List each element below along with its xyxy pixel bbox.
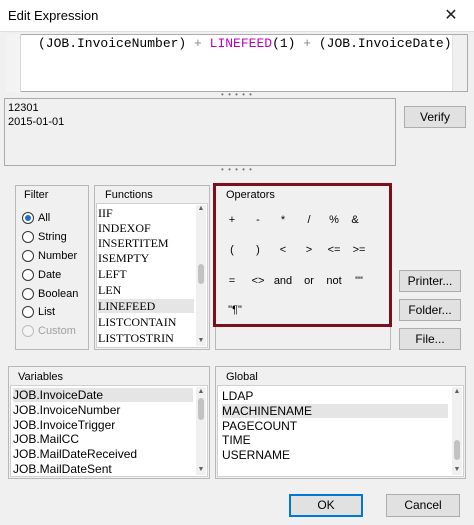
result-box bbox=[4, 98, 396, 166]
token-operator: + bbox=[295, 36, 319, 51]
editor-gutter bbox=[6, 34, 21, 92]
folder-button[interactable]: Folder... bbox=[399, 299, 461, 321]
radio-boolean[interactable] bbox=[22, 288, 34, 300]
printer-button[interactable]: Printer... bbox=[399, 270, 461, 292]
scroll-up-icon[interactable]: ▲ bbox=[196, 388, 206, 395]
variable-item-selected[interactable]: JOB.InvoiceDate bbox=[13, 388, 193, 402]
radio-number[interactable] bbox=[22, 250, 34, 262]
radio-date[interactable] bbox=[22, 269, 34, 281]
function-item[interactable]: ISEMPTY bbox=[98, 251, 194, 265]
functions-header: Functions bbox=[105, 189, 153, 201]
token-function: LINEFEED bbox=[209, 36, 273, 51]
operators-highlight-frame bbox=[213, 183, 392, 327]
radio-all[interactable] bbox=[22, 212, 34, 224]
variables-scroll-thumb[interactable] bbox=[198, 398, 204, 420]
radio-label-string: String bbox=[38, 231, 67, 243]
splitter-grip[interactable]: • • • • • bbox=[0, 166, 474, 174]
global-scrollbar[interactable] bbox=[452, 387, 462, 475]
global-item[interactable]: USERNAME bbox=[222, 448, 448, 462]
expression-text: (JOB.InvoiceNumber) + LINEFEED(1) + (JOB… bbox=[38, 36, 452, 51]
token-operator: + bbox=[186, 36, 210, 51]
radio-list[interactable] bbox=[22, 306, 34, 318]
function-item-selected[interactable]: LINEFEED bbox=[98, 299, 194, 313]
verify-button[interactable]: Verify bbox=[404, 106, 466, 128]
function-item[interactable]: LEFT bbox=[98, 267, 194, 281]
cancel-button[interactable]: Cancel bbox=[386, 494, 460, 517]
close-icon[interactable]: ✕ bbox=[428, 0, 474, 32]
function-item[interactable]: INDEXOF bbox=[98, 221, 194, 235]
function-item[interactable]: LEN bbox=[98, 283, 194, 297]
scroll-down-icon[interactable]: ▼ bbox=[196, 466, 206, 473]
scroll-down-icon[interactable]: ▼ bbox=[452, 466, 462, 473]
global-header: Global bbox=[226, 371, 258, 383]
radio-custom bbox=[22, 325, 34, 337]
token-argument: (1) bbox=[272, 36, 296, 51]
result-line-1: 12301 bbox=[8, 102, 39, 114]
radio-string[interactable] bbox=[22, 231, 34, 243]
functions-scroll-thumb[interactable] bbox=[198, 264, 204, 284]
scroll-down-icon[interactable]: ▼ bbox=[196, 337, 206, 344]
scroll-up-icon[interactable]: ▲ bbox=[196, 205, 206, 212]
scroll-up-icon[interactable]: ▲ bbox=[452, 388, 462, 395]
global-item[interactable]: LDAP bbox=[222, 389, 448, 403]
function-item[interactable]: LISTTOSTRIN bbox=[98, 331, 194, 345]
radio-label-boolean: Boolean bbox=[38, 288, 79, 300]
variable-item[interactable]: JOB.InvoiceTrigger bbox=[13, 418, 193, 432]
token-field: (JOB.InvoiceDate) bbox=[318, 36, 452, 51]
variable-item[interactable]: JOB.MailCC bbox=[13, 432, 193, 446]
radio-label-custom: Custom bbox=[38, 325, 76, 337]
function-item[interactable]: LISTCONTAIN bbox=[98, 315, 194, 329]
variables-header: Variables bbox=[18, 371, 64, 383]
radio-label-all: All bbox=[38, 212, 51, 224]
variable-item[interactable]: JOB.MailDateSent bbox=[13, 462, 193, 476]
token-field: (JOB.InvoiceNumber) bbox=[38, 36, 187, 51]
window-title: Edit Expression bbox=[8, 8, 99, 23]
global-item[interactable]: TIME bbox=[222, 433, 448, 447]
global-item[interactable]: PAGECOUNT bbox=[222, 419, 448, 433]
variable-item[interactable]: JOB.MailDateReceived bbox=[13, 447, 193, 461]
filter-header: Filter bbox=[24, 189, 49, 201]
variable-item[interactable]: JOB.InvoiceNumber bbox=[13, 403, 193, 417]
radio-label-date: Date bbox=[38, 269, 62, 281]
ok-button[interactable]: OK bbox=[289, 494, 363, 517]
radio-label-number: Number bbox=[38, 250, 78, 262]
radio-label-list: List bbox=[38, 306, 56, 318]
function-item[interactable]: IIF bbox=[98, 206, 194, 220]
global-item-selected[interactable]: MACHINENAME bbox=[222, 404, 448, 418]
result-line-2: 2015-01-01 bbox=[8, 116, 65, 128]
global-scroll-thumb[interactable] bbox=[454, 440, 460, 460]
file-button[interactable]: File... bbox=[399, 328, 461, 350]
function-item[interactable]: INSERTITEM bbox=[98, 236, 194, 250]
editor-scrollbar[interactable] bbox=[452, 35, 467, 91]
